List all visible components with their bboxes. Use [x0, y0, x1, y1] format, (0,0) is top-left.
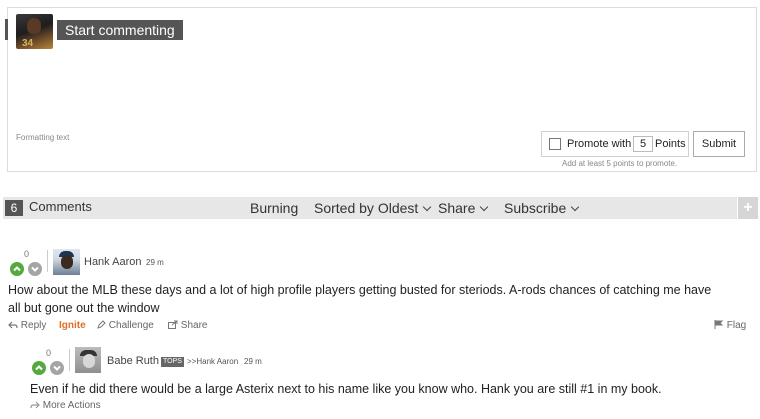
comment-author[interactable]: Hank Aaron: [84, 256, 141, 268]
sort-label: Sorted by Oldest: [314, 200, 419, 216]
reply-label: Reply: [20, 320, 47, 331]
share-icon: [168, 320, 178, 329]
promote-points-input[interactable]: 5: [633, 136, 653, 152]
promote-label: Promote with: [567, 138, 632, 150]
comment-time: 29 m: [146, 258, 164, 267]
add-icon[interactable]: +: [738, 197, 758, 219]
submit-button[interactable]: Submit: [693, 131, 745, 157]
formatting-text-link[interactable]: Formatting text: [16, 133, 69, 142]
downvote-icon[interactable]: [50, 361, 64, 375]
burning-label: Burning: [250, 200, 299, 216]
challenge-label: Challenge: [108, 320, 154, 331]
promote-control: Promote with 5 Points: [541, 131, 689, 157]
promote-checkbox[interactable]: [549, 138, 561, 150]
chevron-down-icon: [423, 202, 432, 212]
comments-label: Comments: [29, 199, 92, 214]
subscribe-label: Subscribe: [504, 200, 567, 216]
sort-dropdown[interactable]: Sorted by Oldest: [314, 200, 432, 216]
share-dropdown[interactable]: Share: [438, 200, 489, 216]
comment-text: Even if he did there would be a large As…: [30, 382, 662, 396]
ignite-button[interactable]: Ignite: [59, 320, 86, 331]
share-button[interactable]: Share: [168, 320, 207, 331]
flag-button[interactable]: Flag: [714, 320, 746, 331]
chevron-down-icon: [571, 202, 580, 212]
author-avatar[interactable]: [53, 249, 80, 275]
challenge-button[interactable]: Challenge: [97, 320, 154, 331]
tops-badge: TOPS: [161, 357, 184, 367]
share-label: Share: [180, 320, 208, 331]
flag-icon: [714, 320, 724, 329]
burning-tab[interactable]: Burning: [250, 200, 298, 216]
comment-text-line: How about the MLB these days and a lot o…: [8, 283, 712, 297]
subscribe-dropdown[interactable]: Subscribe: [504, 200, 580, 216]
composer-accent-bar: [5, 19, 8, 40]
start-commenting-prompt[interactable]: Start commenting: [57, 20, 183, 40]
reply-button[interactable]: Reply: [8, 320, 46, 331]
upvote-icon[interactable]: [32, 361, 46, 375]
flag-label: Flag: [726, 320, 747, 331]
reply-icon: [30, 401, 40, 409]
reply-to-link[interactable]: >>Hank Aaron: [187, 357, 238, 366]
promote-hint: Add at least 5 points to promote.: [562, 159, 678, 168]
points-label: Points: [655, 138, 686, 150]
comment-text-line: all but gone out the window: [8, 301, 160, 315]
chevron-down-icon: [480, 202, 489, 212]
comment-author[interactable]: Babe Ruth: [107, 355, 159, 367]
comment-count-badge: 6: [5, 200, 23, 216]
author-avatar[interactable]: [75, 347, 101, 373]
comment-score: 0: [24, 249, 30, 259]
downvote-icon[interactable]: [28, 262, 42, 276]
current-user-avatar: 34: [16, 14, 53, 49]
comment-score: 0: [46, 348, 52, 358]
share-label: Share: [438, 200, 476, 216]
more-actions-label: More Actions: [42, 400, 101, 411]
more-actions-button[interactable]: More Actions: [30, 400, 101, 411]
comment-time: 29 m: [244, 357, 262, 366]
divider: [47, 250, 48, 272]
divider: [69, 349, 70, 371]
pencil-icon: [97, 320, 106, 329]
upvote-icon[interactable]: [10, 262, 24, 276]
reply-icon: [8, 321, 18, 329]
